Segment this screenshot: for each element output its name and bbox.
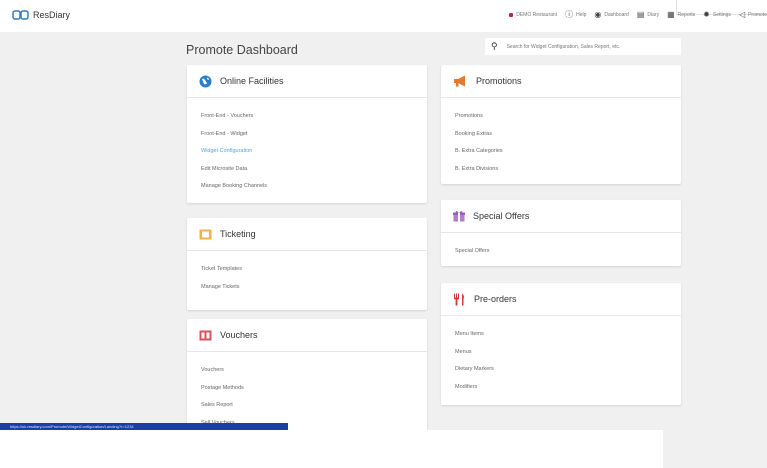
page-title: Promote Dashboard (186, 43, 298, 57)
card-links: Special Offers (441, 233, 681, 271)
card-vouchers: Vouchers Vouchers Postage Methods Sales … (187, 319, 427, 430)
nav-dashboard-label: Dashboard (604, 12, 629, 18)
diary-icon: ▤ (636, 10, 645, 19)
nav-reports-label: Reports (677, 12, 696, 18)
nav-promote[interactable]: ◁ Promote (739, 11, 767, 19)
card-links: Menu Items Menus Dietary Markers Modifie… (441, 316, 681, 406)
card-online-facilities: Online Facilities Front-End - Vouchers F… (187, 65, 427, 203)
link-promotions[interactable]: Promotions (455, 108, 667, 126)
main-content: Promote Dashboard ⚲ Online Facilities Fr… (0, 32, 767, 430)
nav-promote-label: Promote (748, 12, 767, 18)
card-pre-orders: Pre-orders Menu Items Menus Dietary Mark… (441, 283, 681, 405)
card-header: Vouchers (187, 319, 427, 352)
nav-diary[interactable]: ▤ Diary (637, 11, 659, 19)
nav-settings-label: Settings (712, 12, 731, 18)
link-dietary-markers[interactable]: Dietary Markers (455, 361, 667, 379)
link-ticket-templates[interactable]: Ticket Templates (201, 261, 413, 279)
app-logo[interactable]: ResDiary (12, 10, 70, 20)
resdiary-logo-icon (12, 10, 29, 20)
link-manage-booking-channels[interactable]: Manage Booking Channels (201, 178, 413, 196)
card-ticketing: Ticketing Ticket Templates Manage Ticket… (187, 218, 427, 310)
search-input[interactable] (506, 43, 667, 50)
card-links: Vouchers Postage Methods Sales Report Se… (187, 352, 427, 430)
cutlery-icon (454, 293, 464, 305)
card-links: Promotions Booking Extras B. Extra Categ… (441, 98, 681, 188)
nav-dashboard[interactable]: ◉ Dashboard (594, 11, 628, 19)
card-title: Online Facilities (220, 76, 284, 86)
settings-icon: ✹ (703, 10, 710, 19)
nav-diary-label: Diary (647, 12, 660, 18)
card-title: Pre-orders (474, 294, 517, 304)
nav-settings[interactable]: ✹ Settings (703, 11, 731, 19)
gift-icon (453, 211, 465, 222)
help-icon: ⓘ (565, 10, 574, 19)
card-header: Online Facilities (187, 65, 427, 98)
megaphone-icon: ◁ (738, 10, 746, 19)
reports-icon: ▦ (667, 10, 675, 19)
status-dot-icon (509, 13, 514, 17)
card-title: Vouchers (220, 330, 258, 340)
top-bar: ResDiary DEMO Restaurant ⓘ Help ◉ Dashbo… (0, 0, 767, 32)
link-front-end-widget[interactable]: Front-End - Widget (201, 126, 413, 144)
megaphone-icon (454, 75, 465, 87)
card-title: Ticketing (220, 229, 256, 239)
link-manage-tickets[interactable]: Manage Tickets (201, 279, 413, 297)
app-name: ResDiary (33, 10, 71, 20)
link-edit-microsite-data[interactable]: Edit Microsite Data (201, 161, 413, 179)
card-links: Ticket Templates Manage Tickets (187, 251, 427, 306)
restaurant-selector[interactable]: DEMO Restaurant (509, 12, 557, 18)
card-links: Front-End - Vouchers Front-End - Widget … (187, 98, 427, 206)
card-header: Ticketing (187, 218, 427, 251)
search-icon: ⚲ (491, 41, 498, 51)
nav-help[interactable]: ⓘ Help (565, 11, 586, 19)
status-bar-url: https://uk.resdiary.com/Promote/WidgetCo… (0, 423, 288, 430)
link-menus[interactable]: Menus (455, 344, 667, 362)
voucher-icon (199, 330, 212, 340)
link-widget-configuration[interactable]: Widget Configuration (201, 143, 413, 161)
link-special-offers[interactable]: Special Offers (455, 243, 667, 261)
nav-reports[interactable]: ▦ Reports (667, 11, 695, 19)
side-panel-fragment (663, 430, 767, 468)
card-header: Promotions (441, 65, 681, 98)
nav-help-label: Help (576, 12, 587, 18)
link-b-extra-divisions[interactable]: B. Extra Divisions (455, 161, 667, 179)
link-modifiers[interactable]: Modifiers (455, 379, 667, 397)
card-header: Pre-orders (441, 283, 681, 316)
link-postage-methods[interactable]: Postage Methods (201, 380, 413, 398)
globe-icon (199, 75, 212, 87)
link-front-end-vouchers[interactable]: Front-End - Vouchers (201, 108, 413, 126)
restaurant-selector-label: DEMO Restaurant (516, 12, 558, 18)
link-b-extra-categories[interactable]: B. Extra Categories (455, 143, 667, 161)
link-menu-items[interactable]: Menu Items (455, 326, 667, 344)
page-footer-area (0, 430, 767, 468)
card-title: Promotions (476, 76, 522, 86)
top-navigation: DEMO Restaurant ⓘ Help ◉ Dashboard ▤ Dia… (509, 11, 767, 19)
dashboard-icon: ◉ (594, 10, 602, 19)
card-header: Special Offers (441, 200, 681, 233)
card-special-offers: Special Offers Special Offers (441, 200, 681, 266)
search-bar[interactable]: ⚲ (485, 38, 681, 55)
link-booking-extras[interactable]: Booking Extras (455, 126, 667, 144)
ticket-icon (199, 229, 212, 239)
link-vouchers[interactable]: Vouchers (201, 362, 413, 380)
link-sales-report[interactable]: Sales Report (201, 397, 413, 415)
card-title: Special Offers (473, 211, 530, 221)
card-promotions: Promotions Promotions Booking Extras B. … (441, 65, 681, 184)
